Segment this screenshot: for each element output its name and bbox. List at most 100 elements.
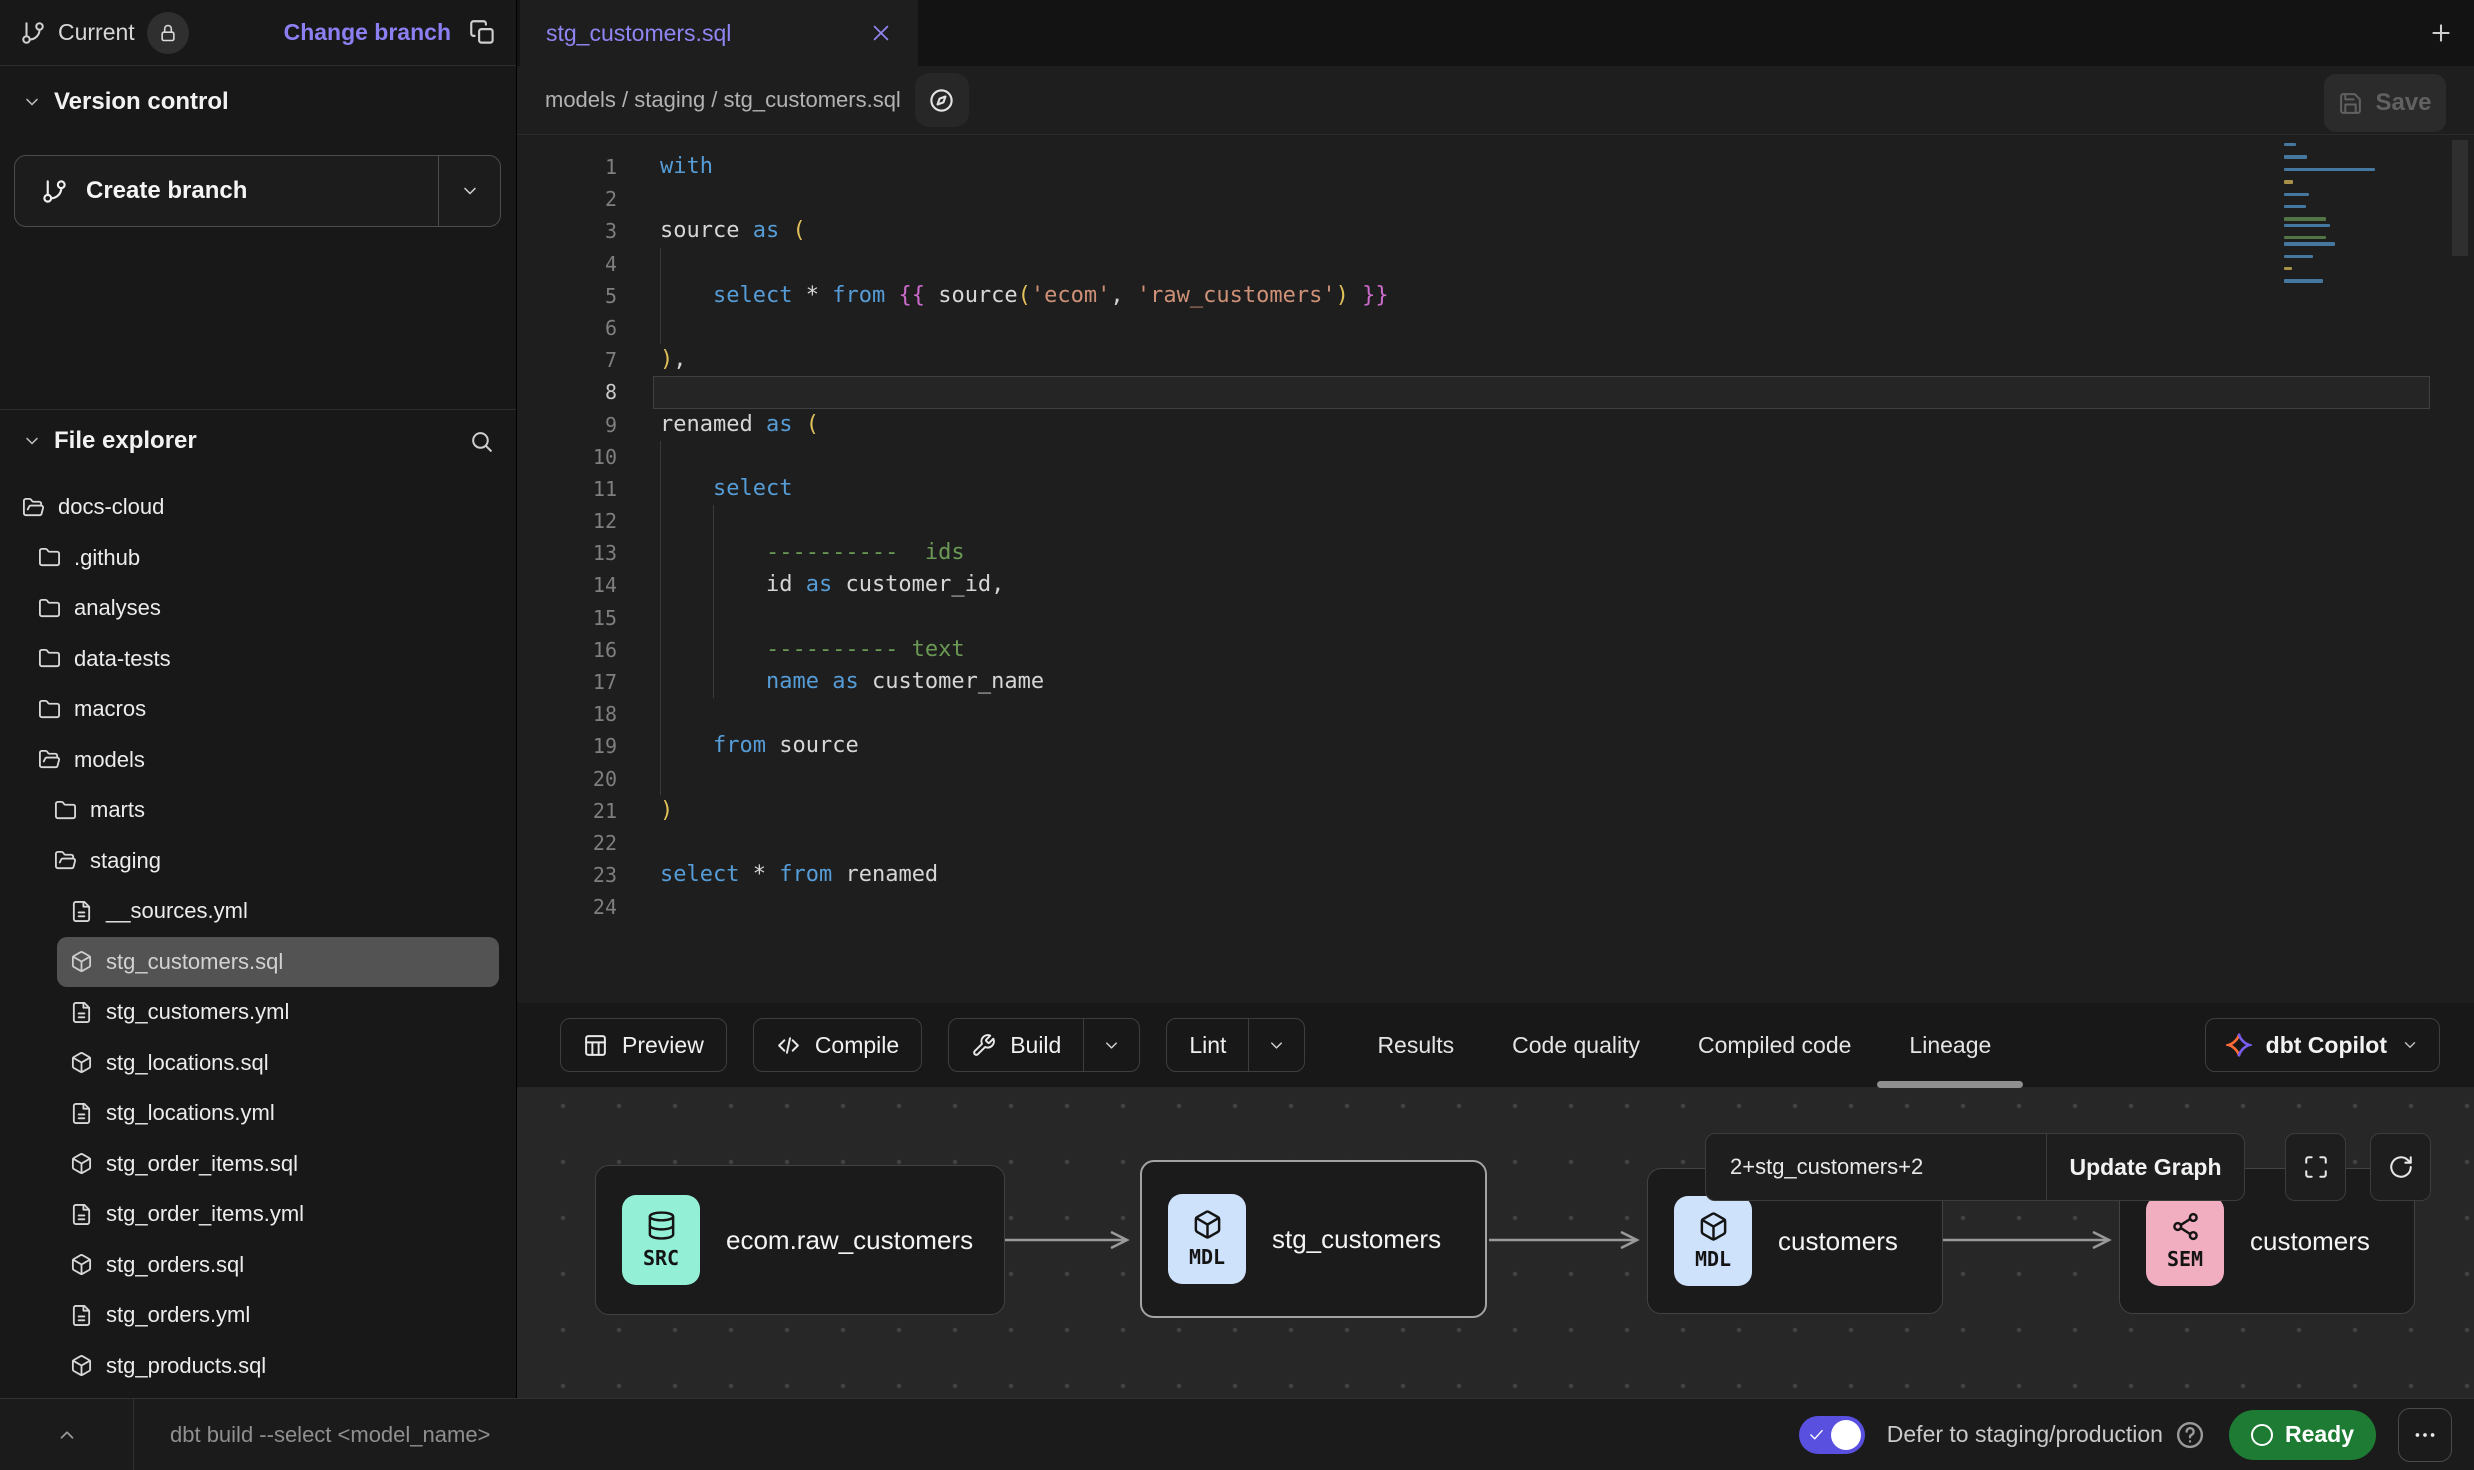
preview-label: Preview [622,1032,704,1059]
code-line-21[interactable]: 21) [517,795,2434,827]
lineage-refresh-button[interactable] [2370,1133,2431,1201]
update-graph-button[interactable]: Update Graph [2046,1134,2244,1200]
code-line-11[interactable]: 11 select [517,473,2434,505]
tree-item-stg-locations-sql[interactable]: stg_locations.sql [0,1038,516,1089]
code-line-4[interactable]: 4 [517,248,2434,280]
tree-item-stg-orders-yml[interactable]: stg_orders.yml [0,1290,516,1341]
line-number: 19 [517,730,617,762]
save-button[interactable]: Save [2324,74,2446,132]
tree-item-stg-locations-yml[interactable]: stg_locations.yml [0,1088,516,1139]
editor-scrollbar[interactable] [2452,140,2468,256]
lint-dropdown[interactable] [1248,1019,1304,1071]
more-options-button[interactable] [2398,1408,2452,1462]
code-line-15[interactable]: 15 [517,602,2434,634]
tree-item--github[interactable]: .github [0,533,516,584]
code-line-17[interactable]: 17 name as customer_name [517,666,2434,698]
copy-icon[interactable] [469,19,496,46]
lint-button[interactable]: Lint [1166,1018,1305,1072]
database-icon [646,1210,677,1241]
cube-icon [70,1253,93,1276]
code-line-2[interactable]: 2 [517,183,2434,215]
tree-item-analyses[interactable]: analyses [0,583,516,634]
code-line-13[interactable]: 13 ---------- ids [517,537,2434,569]
dbt-copilot-button[interactable]: dbt Copilot [2205,1018,2440,1072]
line-number: 13 [517,537,617,569]
tree-item-stg-orders-sql[interactable]: stg_orders.sql [0,1240,516,1291]
create-branch-button[interactable]: Create branch [14,155,501,227]
code-line-23[interactable]: 23select * from renamed [517,859,2434,891]
code-line-1[interactable]: 1with [517,151,2434,183]
lineage-node-mdl-stg-customers[interactable]: MDLstg_customers [1140,1160,1487,1318]
version-control-header[interactable]: Version control [0,66,516,138]
version-control-title: Version control [54,88,229,116]
compile-button[interactable]: Compile [753,1018,922,1072]
panel-tab-compiled-code[interactable]: Compiled code [1698,1003,1851,1087]
lineage-canvas[interactable]: SRCecom.raw_customersMDLstg_customersMDL… [517,1088,2474,1398]
panel-tab-results[interactable]: Results [1377,1003,1454,1087]
command-input[interactable]: dbt build --select <model_name> [170,1422,490,1448]
code-line-22[interactable]: 22 [517,827,2434,859]
change-branch-link[interactable]: Change branch [284,19,451,46]
tab-stg-customers-sql[interactable]: stg_customers.sql [520,0,918,66]
tree-item-stg-order-items-yml[interactable]: stg_order_items.yml [0,1189,516,1240]
tree-item--sources-yml[interactable]: __sources.yml [0,886,516,937]
code-line-20[interactable]: 20 [517,763,2434,795]
code-lines[interactable]: 1with23source as (45 select * from {{ so… [517,151,2434,924]
code-editor[interactable]: 1with23source as (45 select * from {{ so… [517,135,2474,1003]
indent-guide [660,248,661,280]
build-button[interactable]: Build [948,1018,1140,1072]
code-line-18[interactable]: 18 [517,698,2434,730]
code-line-19[interactable]: 19 from source [517,730,2434,762]
code-line-10[interactable]: 10 [517,441,2434,473]
search-icon[interactable] [469,429,494,454]
tree-item-stg-customers-yml[interactable]: stg_customers.yml [0,987,516,1038]
defer-toggle[interactable] [1799,1416,1865,1454]
panel-tab-lineage[interactable]: Lineage [1909,1003,1991,1087]
tree-item-stg-customers-sql[interactable]: stg_customers.sql [57,937,499,988]
code-line-9[interactable]: 9renamed as ( [517,409,2434,441]
tree-item-stg-order-items-sql[interactable]: stg_order_items.sql [0,1139,516,1190]
line-number: 4 [517,248,617,280]
copilot-compass-button[interactable] [915,73,969,127]
create-branch-dropdown[interactable] [438,156,500,226]
code-line-16[interactable]: 16 ---------- text [517,634,2434,666]
code-line-12[interactable]: 12 [517,505,2434,537]
code-line-5[interactable]: 5 select * from {{ source('ecom', 'raw_c… [517,280,2434,312]
lineage-selector-input[interactable] [1706,1134,2046,1200]
file-explorer-header[interactable]: File explorer [0,410,516,472]
code-line-24[interactable]: 24 [517,891,2434,923]
indent-guide [660,763,661,795]
tree-item-staging[interactable]: staging [0,836,516,887]
tree-item-docs-cloud[interactable]: docs-cloud [0,482,516,533]
tree-item-stg-products-sql[interactable]: stg_products.sql [0,1341,516,1392]
lineage-fullscreen-button[interactable] [2285,1133,2346,1201]
sidebar: Current Change branch Version control Cr… [0,0,517,1398]
code-line-8[interactable]: 8 [517,376,2434,408]
build-dropdown[interactable] [1083,1019,1139,1071]
create-branch-main[interactable]: Create branch [15,156,438,226]
git-branch-icon [41,178,68,205]
code-line-6[interactable]: 6 [517,312,2434,344]
tree-item-models[interactable]: models [0,735,516,786]
line-number: 23 [517,859,617,891]
code-line-7[interactable]: 7), [517,344,2434,376]
table-icon [583,1033,608,1058]
tree-item-marts[interactable]: marts [0,785,516,836]
git-branch-icon [20,20,46,46]
current-branch-label: Current [58,19,135,46]
ready-status-badge[interactable]: Ready [2229,1410,2376,1460]
code-line-3[interactable]: 3source as ( [517,215,2434,247]
new-tab-button[interactable] [2408,0,2474,66]
save-icon [2338,91,2363,116]
preview-button[interactable]: Preview [560,1018,727,1072]
tree-item-data-tests[interactable]: data-tests [0,634,516,685]
code-line-14[interactable]: 14 id as customer_id, [517,569,2434,601]
help-icon[interactable] [2175,1420,2205,1450]
tree-item-macros[interactable]: macros [0,684,516,735]
line-number: 5 [517,280,617,312]
close-icon[interactable] [870,22,892,44]
panel-tab-code-quality[interactable]: Code quality [1512,1003,1640,1087]
collapse-panel-button[interactable] [0,1399,134,1470]
file-explorer-section: File explorer docs-cloud.githubanalysesd… [0,410,516,1398]
lineage-node-src-ecom-raw-customers[interactable]: SRCecom.raw_customers [595,1165,1005,1315]
